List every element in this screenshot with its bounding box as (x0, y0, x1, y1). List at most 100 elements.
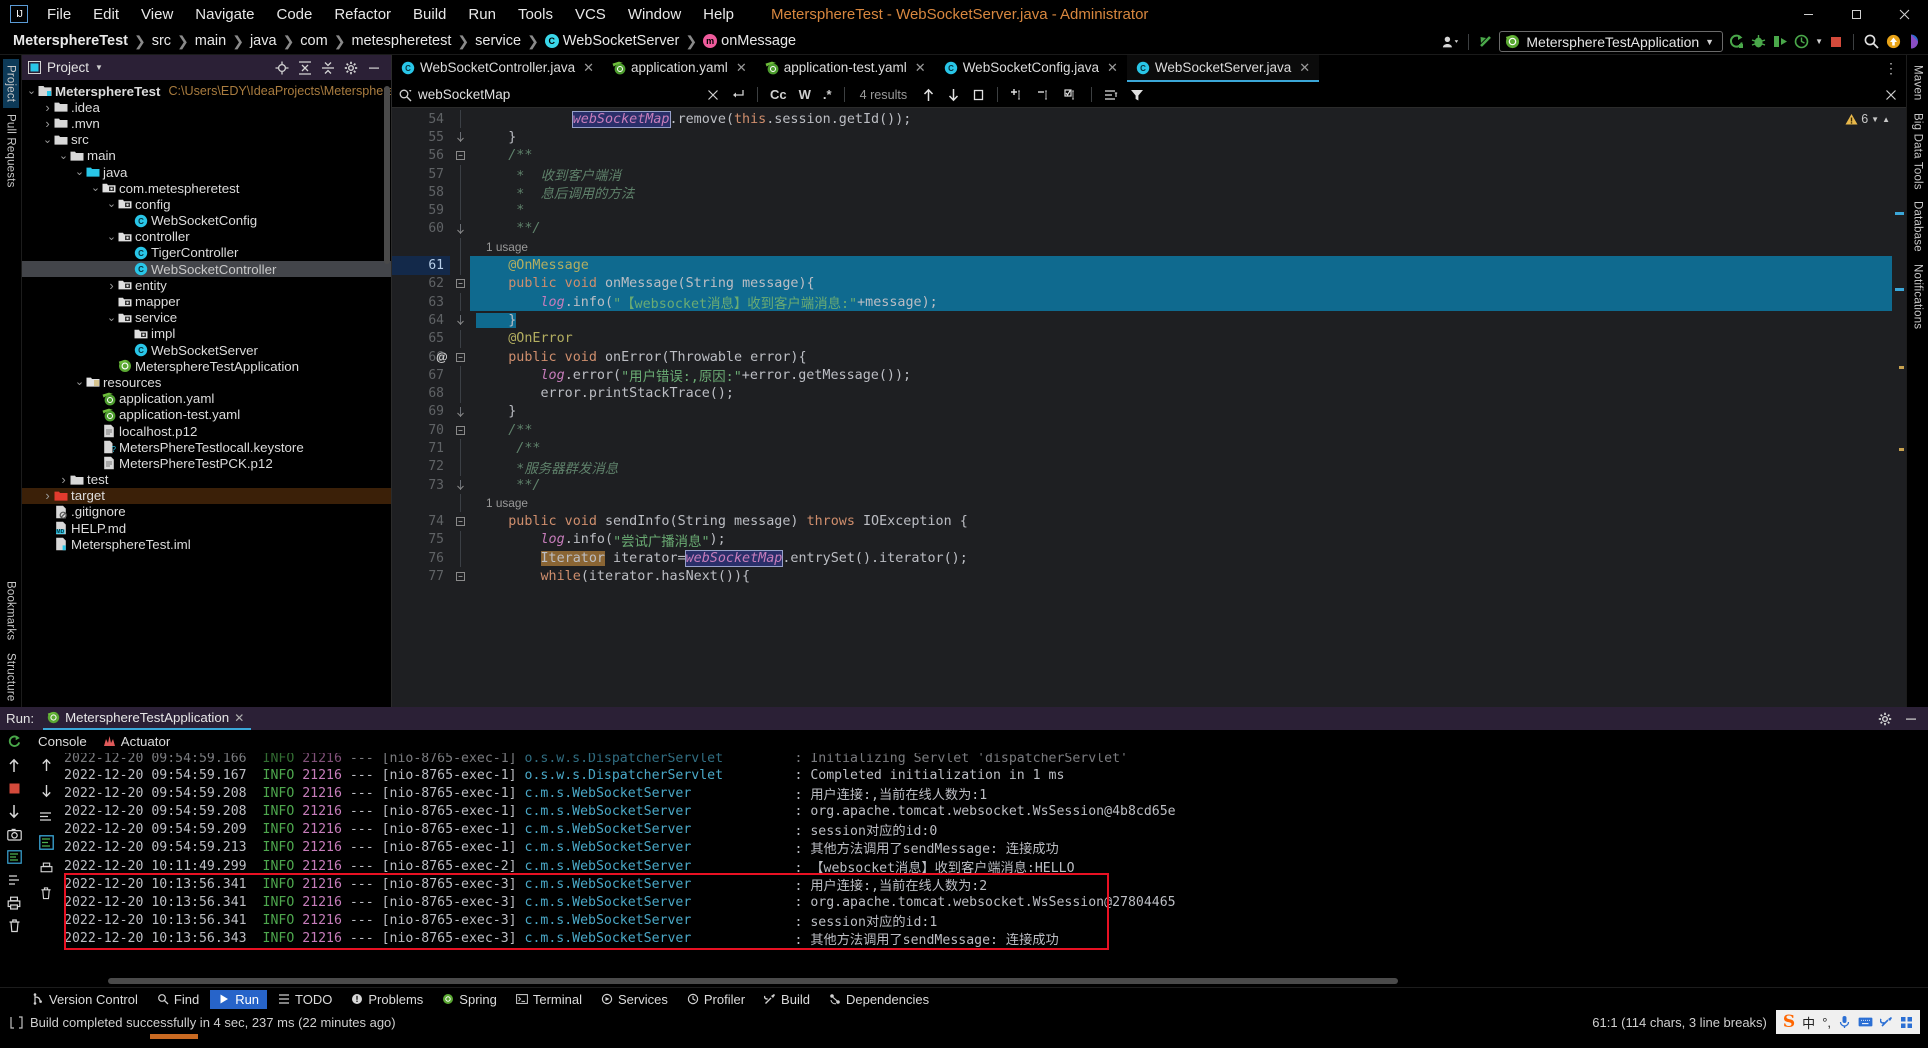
editor-code[interactable]: webSocketMap. remove(this .session.getId()… (470, 108, 1892, 707)
tool-window-profiler[interactable]: Profiler (679, 990, 753, 1009)
tool-window-problems[interactable]: Problems (343, 990, 431, 1009)
line-number[interactable]: 68 (392, 384, 450, 402)
chevron-down-icon[interactable]: ⌄ (58, 150, 69, 161)
code-line[interactable]: * (470, 201, 1892, 219)
editor-tab-application-test-yaml[interactable]: application-test.yaml ✕ (756, 55, 935, 82)
code-line[interactable]: Iterator iterator= webSocketMap .entrySet(… (470, 549, 1892, 567)
chevron-down-icon[interactable]: ⌄ (74, 377, 85, 388)
tree-node-java[interactable]: ⌄ java (22, 164, 391, 180)
fold-start-icon[interactable] (450, 275, 470, 293)
tree-node-controller[interactable]: ⌄ controller (22, 229, 391, 245)
tree-node-help-md[interactable]: MD HELP.md (22, 520, 391, 536)
line-number[interactable]: 61 (392, 256, 450, 275)
minimize-icon[interactable] (1784, 0, 1832, 28)
tree-node-main[interactable]: ⌄ main (22, 148, 391, 164)
code-line[interactable]: } (470, 403, 1892, 421)
breadcrumb-java[interactable]: java (247, 32, 280, 50)
code-line[interactable]: public void onMessage(String message){ (470, 274, 1892, 293)
project-tree[interactable]: ⌄ MetersphereTest C:\Users\EDY\IdeaProject… (22, 80, 391, 707)
code-line[interactable]: public void sendInfo(String message) thr… (470, 513, 1892, 531)
print-icon[interactable] (40, 862, 53, 875)
chevron-right-icon[interactable]: › (58, 472, 69, 487)
profiler-icon[interactable] (1793, 33, 1811, 51)
line-number[interactable]: 67 (392, 366, 450, 384)
line-number[interactable]: 59 (392, 201, 450, 219)
breadcrumb-class[interactable]: C WebSocketServer (542, 32, 683, 50)
vcs-update-icon[interactable] (1477, 33, 1495, 51)
soft-wrap-icon[interactable] (39, 810, 53, 823)
tool-window-version-control[interactable]: Version Control (24, 990, 146, 1009)
menu-code[interactable]: Code (265, 3, 323, 26)
tree-node-mapper[interactable]: mapper (22, 293, 391, 309)
tree-node-tigercontroller[interactable]: C TigerController (22, 245, 391, 261)
chevron-right-icon[interactable]: › (106, 278, 117, 293)
code-line[interactable]: webSocketMap. remove(this .session.getId()… (470, 110, 1892, 128)
code-line[interactable]: @OnError (470, 330, 1892, 348)
menu-help[interactable]: Help (692, 3, 745, 26)
search-icon[interactable] (398, 88, 412, 102)
scroll-down-icon[interactable] (7, 804, 21, 819)
editor-inspection-status[interactable]: 6 ▼ ▲ (1845, 112, 1890, 126)
stop-icon[interactable] (1827, 33, 1845, 51)
tree-node-service[interactable]: ⌄ service (22, 310, 391, 326)
add-line-icon[interactable] (1007, 87, 1028, 103)
close-tab-icon[interactable]: ✕ (915, 60, 926, 76)
breadcrumb-project[interactable]: MetersphereTest (10, 32, 131, 50)
chevron-down-icon[interactable]: ▼ (95, 63, 103, 72)
trash-icon[interactable] (40, 887, 52, 900)
account-icon[interactable] (1442, 33, 1460, 51)
code-line[interactable]: * 息后调用的方法 (470, 183, 1892, 202)
ime-punctuation[interactable]: °, (1822, 1015, 1831, 1030)
code-line[interactable]: /** (470, 439, 1892, 457)
select-all-occurrences-icon[interactable] (969, 87, 988, 102)
tool-window-dependencies[interactable]: Dependencies (821, 990, 937, 1009)
line-number[interactable]: 60 (392, 220, 450, 238)
fold-end-icon[interactable] (450, 311, 470, 329)
chevron-down-icon[interactable]: ⌄ (74, 167, 85, 178)
tree-node-websocketconfig[interactable]: C WebSocketConfig (22, 213, 391, 229)
line-number[interactable]: 69 (392, 403, 450, 421)
tree-node--mvn[interactable]: › .mvn (22, 115, 391, 131)
line-number[interactable]: 76 (392, 549, 450, 567)
code-line[interactable]: } (470, 128, 1892, 146)
code-line[interactable]: /** (470, 421, 1892, 439)
line-number[interactable]: 75 (392, 531, 450, 549)
editor-scrollbar[interactable] (1892, 108, 1906, 707)
tree-node-meterspheretestlocall-keystore[interactable]: ? MetersPhereTestlocall.keystore (22, 439, 391, 455)
editor-fold-column[interactable]: @ (436, 108, 470, 707)
close-tab-icon[interactable]: ✕ (736, 60, 747, 76)
editor-tab-websocketserver-java[interactable]: C WebSocketServer.java ✕ (1126, 55, 1320, 82)
editor-tab-application-yaml[interactable]: application.yaml ✕ (603, 55, 756, 82)
tool-strip-pull-requests[interactable]: Pull Requests (3, 108, 19, 194)
run-configuration-selector[interactable]: MetersphereTestApplication ▼ (1499, 31, 1724, 52)
chevron-down-icon[interactable]: ⌄ (106, 199, 117, 210)
filter-icon[interactable] (1127, 87, 1147, 103)
chevron-down-icon[interactable]: ⌄ (90, 183, 101, 194)
tools-icon[interactable] (1880, 1016, 1893, 1029)
menu-tools[interactable]: Tools (507, 3, 564, 26)
breadcrumb-com[interactable]: com (297, 32, 330, 50)
mic-icon[interactable] (1838, 1015, 1851, 1029)
line-number[interactable]: 54 (392, 110, 450, 128)
line-number[interactable]: 55 (392, 128, 450, 146)
line-number[interactable]: 77 (392, 567, 450, 585)
line-number[interactable]: 73 (392, 476, 450, 494)
code-line[interactable]: while (iterator.hasNext()){ (470, 567, 1892, 585)
menu-edit[interactable]: Edit (82, 3, 130, 26)
ide-feature-icon[interactable] (1906, 33, 1924, 51)
tool-strip-notifications[interactable]: Notifications (1910, 258, 1926, 335)
chevron-down-icon[interactable]: ⌄ (106, 231, 117, 242)
close-tab-icon[interactable]: ✕ (1299, 60, 1310, 76)
tree-node-websocketserver[interactable]: C WebSocketServer (22, 342, 391, 358)
chevron-down-icon[interactable]: ⌄ (42, 134, 53, 145)
code-line[interactable]: *服务器群发消息 (470, 458, 1892, 477)
tool-strip-big-data-tools[interactable]: Big Data Tools (1910, 107, 1926, 196)
menu-view[interactable]: View (130, 3, 184, 26)
fold-end-icon[interactable] (450, 403, 470, 421)
tree-node-src[interactable]: ⌄ src (22, 132, 391, 148)
run-tab-application[interactable]: MetersphereTestApplication ✕ (43, 707, 252, 730)
console-horizontal-scrollbar[interactable] (28, 975, 1928, 987)
update-icon[interactable] (1884, 33, 1902, 51)
search-icon[interactable] (1862, 33, 1880, 51)
keyboard-icon[interactable] (1858, 1016, 1873, 1028)
